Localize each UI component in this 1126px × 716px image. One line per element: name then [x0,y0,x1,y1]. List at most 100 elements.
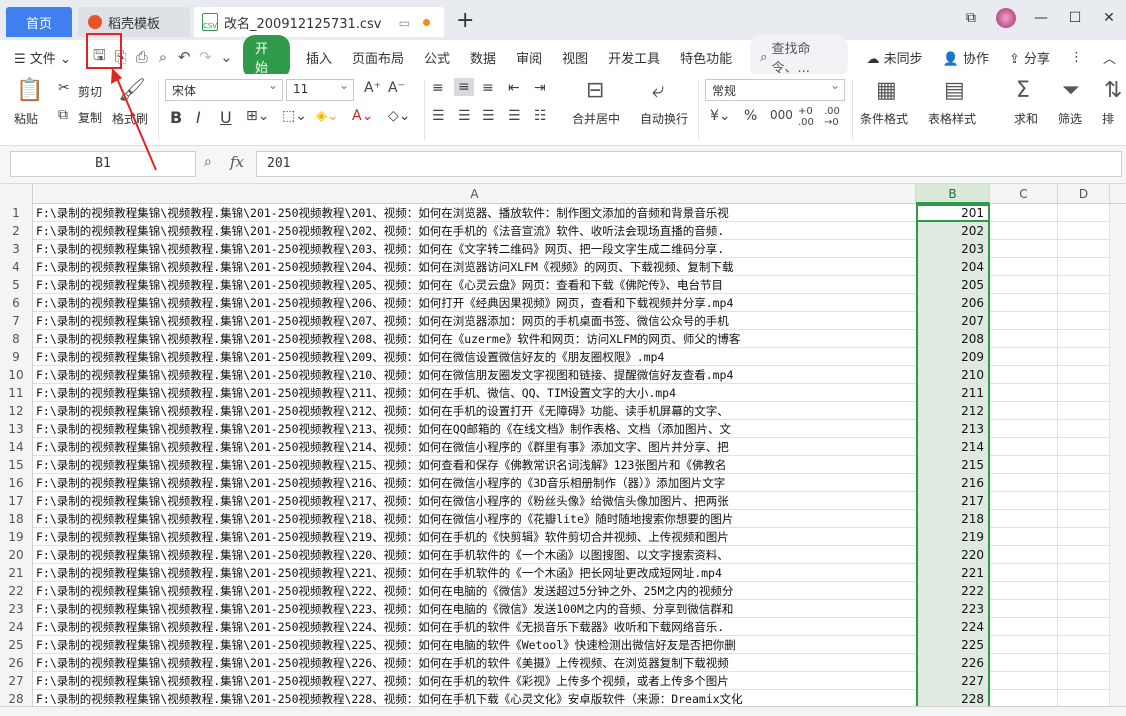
percent-icon[interactable]: % [744,108,757,124]
cell-a[interactable]: F:\录制的视频教程集锦\视频教程.集锦\201-250视频教程\215、视频：… [34,456,916,474]
collapse-ribbon-icon[interactable]: ︿ [1093,48,1126,67]
cell-a[interactable]: F:\录制的视频教程集锦\视频教程.集锦\201-250视频教程\211、视频：… [34,384,916,402]
row-header[interactable]: 17 [0,492,33,510]
row-header[interactable]: 2 [0,222,33,240]
customize-icon[interactable]: ⌄ [216,45,237,69]
cell-c[interactable] [990,330,1058,348]
paste-icon[interactable]: 📋 [16,78,43,103]
cell-d[interactable] [1058,222,1110,240]
cell-d[interactable] [1058,654,1110,672]
cell-b[interactable]: 208 [916,330,990,348]
cell-c[interactable] [990,402,1058,420]
cell-a[interactable]: F:\录制的视频教程集锦\视频教程.集锦\201-250视频教程\206、视频：… [34,294,916,312]
cell-d[interactable] [1058,294,1110,312]
cell-d[interactable] [1058,204,1110,222]
cell-c[interactable] [990,600,1058,618]
cell-b[interactable]: 222 [916,582,990,600]
zoom-icon[interactable]: ⌕ [204,154,212,170]
conditional-format-button[interactable]: 条件格式 [860,110,908,127]
cell-c[interactable] [990,258,1058,276]
filter-button[interactable]: 筛选 [1058,110,1082,127]
cut-button[interactable]: 剪切 [78,83,102,100]
currency-icon[interactable]: ¥⌄ [710,108,731,124]
row-header[interactable]: 3 [0,240,33,258]
cell-b[interactable]: 203 [916,240,990,258]
cell-c[interactable] [990,204,1058,222]
unsync-button[interactable]: ☁ 未同步 [856,48,932,67]
name-box[interactable]: B1 [10,151,196,177]
cell-b[interactable]: 221 [916,564,990,582]
cell-a[interactable]: F:\录制的视频教程集锦\视频教程.集锦\201-250视频教程\218、视频：… [34,510,916,528]
column-header-d[interactable]: D [1058,184,1110,204]
cell-b[interactable]: 207 [916,312,990,330]
cell-a[interactable]: F:\录制的视频教程集锦\视频教程.集锦\201-250视频教程\209、视频：… [34,348,916,366]
cell-b[interactable]: 205 [916,276,990,294]
indent-increase-icon[interactable]: ⇥ [534,80,546,96]
redo-icon[interactable]: ↷ [195,45,216,69]
print-preview-icon[interactable]: ⌕ [152,45,173,69]
cell-d[interactable] [1058,258,1110,276]
menu-file[interactable]: ☰ 文件 ⌄ [0,48,81,67]
cell-a[interactable]: F:\录制的视频教程集锦\视频教程.集锦\201-250视频教程\204、视频：… [34,258,916,276]
align-middle-icon[interactable]: ≡ [454,78,474,96]
cell-c[interactable] [990,618,1058,636]
row-header[interactable]: 21 [0,564,33,582]
cell-c[interactable] [990,312,1058,330]
close-icon[interactable]: ✕ [1092,10,1126,26]
sort-button[interactable]: 排 [1102,110,1114,127]
cell-c[interactable] [990,276,1058,294]
cell-d[interactable] [1058,510,1110,528]
tab-home[interactable]: 首页 [6,7,72,37]
row-header[interactable]: 4 [0,258,33,276]
cell-b[interactable]: 224 [916,618,990,636]
tile-windows-icon[interactable]: ⧉ [954,10,988,26]
font-color-icon[interactable]: A⌄ [352,108,373,124]
cell-b[interactable]: 225 [916,636,990,654]
row-header[interactable]: 7 [0,312,33,330]
share-button[interactable]: ⇪ 分享 [999,48,1060,67]
bold-icon[interactable]: B [170,108,182,127]
paste-button[interactable]: 粘贴 [14,110,38,127]
row-header[interactable]: 27 [0,672,33,690]
cell-d[interactable] [1058,456,1110,474]
cell-a[interactable]: F:\录制的视频教程集锦\视频教程.集锦\201-250视频教程\224、视频：… [34,618,916,636]
cell-d[interactable] [1058,420,1110,438]
cell-c[interactable] [990,438,1058,456]
minimize-icon[interactable]: — [1024,10,1058,26]
align-right-icon[interactable]: ☰ [482,108,495,124]
cell-a[interactable]: F:\录制的视频教程集锦\视频教程.集锦\201-250视频教程\216、视频：… [34,474,916,492]
cell-a[interactable]: F:\录制的视频教程集锦\视频教程.集锦\201-250视频教程\214、视频：… [34,438,916,456]
cell-a[interactable]: F:\录制的视频教程集锦\视频教程.集锦\201-250视频教程\223、视频：… [34,600,916,618]
row-header[interactable]: 15 [0,456,33,474]
menu-page-layout[interactable]: 页面布局 [342,48,414,67]
cell-d[interactable] [1058,636,1110,654]
cell-b[interactable]: 209 [916,348,990,366]
cell-c[interactable] [990,384,1058,402]
cell-b[interactable]: 218 [916,510,990,528]
cell-a[interactable]: F:\录制的视频教程集锦\视频教程.集锦\201-250视频教程\208、视频：… [34,330,916,348]
cell-a[interactable]: F:\录制的视频教程集锦\视频教程.集锦\201-250视频教程\203、视频：… [34,240,916,258]
font-size-select[interactable]: 11 [286,78,354,101]
cell-d[interactable] [1058,492,1110,510]
cell-d[interactable] [1058,564,1110,582]
increase-decimal-icon[interactable]: +0.00 [798,106,814,128]
cell-c[interactable] [990,564,1058,582]
cell-b[interactable]: 201 [916,204,990,222]
row-header[interactable]: 9 [0,348,33,366]
font-shrink-icon[interactable]: A⁻ [388,80,405,96]
cell-c[interactable] [990,420,1058,438]
row-header[interactable]: 19 [0,528,33,546]
cell-d[interactable] [1058,312,1110,330]
cell-a[interactable]: F:\录制的视频教程集锦\视频教程.集锦\201-250视频教程\222、视频：… [34,582,916,600]
underline-icon[interactable]: U [220,108,232,127]
align-bottom-icon[interactable]: ≡ [482,80,494,96]
cell-c[interactable] [990,366,1058,384]
cell-b[interactable]: 220 [916,546,990,564]
menu-view[interactable]: 视图 [552,48,598,67]
cell-d[interactable] [1058,348,1110,366]
sort-icon[interactable]: ⇅ [1104,78,1122,103]
cell-b[interactable]: 211 [916,384,990,402]
row-header[interactable]: 20 [0,546,33,564]
cell-c[interactable] [990,348,1058,366]
cell-a[interactable]: F:\录制的视频教程集锦\视频教程.集锦\201-250视频教程\227、视频：… [34,672,916,690]
